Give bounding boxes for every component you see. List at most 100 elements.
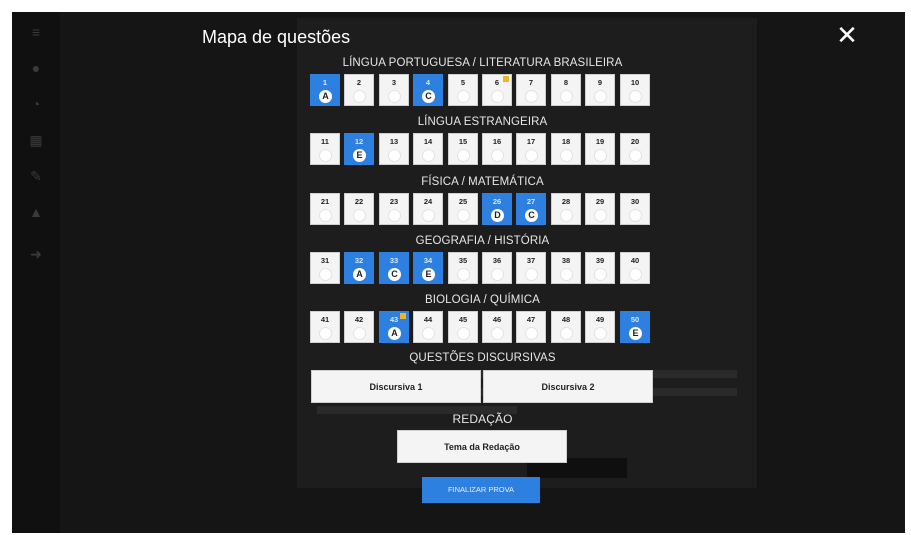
question-number: 31 xyxy=(320,256,330,265)
answer-empty-circle xyxy=(560,149,573,162)
menu-icon[interactable]: ≡ xyxy=(28,24,44,40)
question-49-button[interactable]: 49 xyxy=(585,311,615,343)
question-36-button[interactable]: 36 xyxy=(482,252,512,284)
question-number: 13 xyxy=(389,137,399,146)
question-38-button[interactable]: 38 xyxy=(551,252,581,284)
question-number: 21 xyxy=(320,197,330,206)
question-2-button[interactable]: 2 xyxy=(344,74,374,106)
question-row: 31 32 A 33 C 34 E 35 36 37 38 39 40 xyxy=(310,252,655,284)
question-number: 1 xyxy=(322,78,328,87)
finish-exam-button[interactable]: FINALIZAR PROVA xyxy=(422,477,540,503)
question-27-button[interactable]: 27 C xyxy=(516,193,546,225)
question-1-button[interactable]: 1A xyxy=(310,74,340,106)
question-number: 47 xyxy=(526,315,536,324)
question-22-button[interactable]: 22 xyxy=(344,193,374,225)
question-number: 8 xyxy=(563,78,569,87)
lock-icon[interactable]: ▲ xyxy=(28,204,44,220)
question-29-button[interactable]: 29 xyxy=(585,193,615,225)
question-4-button[interactable]: 4C xyxy=(413,74,443,106)
discursive-2-button[interactable]: Discursiva 2 xyxy=(483,370,653,403)
question-number: 50 xyxy=(630,315,640,324)
question-50-button[interactable]: 50 E xyxy=(620,311,650,343)
section-title: FÍSICA / MATEMÁTICA xyxy=(421,176,544,188)
question-42-button[interactable]: 42 xyxy=(344,311,374,343)
essay-section-title: REDAÇÃO xyxy=(452,412,513,426)
sidebar: ≡ ● ◔ ▦ ✎ ▲ ➜ xyxy=(12,12,60,533)
answer-badge: A xyxy=(353,268,366,281)
question-46-button[interactable]: 46 xyxy=(482,311,512,343)
question-34-button[interactable]: 34 E xyxy=(413,252,443,284)
flag-icon xyxy=(400,313,406,319)
question-17-button[interactable]: 17 xyxy=(516,133,546,165)
question-number: 35 xyxy=(458,256,468,265)
clock-icon[interactable]: ◔ xyxy=(28,96,44,112)
discursive-section-title: QUESTÕES DISCURSIVAS xyxy=(409,352,556,364)
discursive-1-button[interactable]: Discursiva 1 xyxy=(311,370,481,403)
question-21-button[interactable]: 21 xyxy=(310,193,340,225)
question-44-button[interactable]: 44 xyxy=(413,311,443,343)
question-6-button[interactable]: 6 xyxy=(482,74,512,106)
question-11-button[interactable]: 11 xyxy=(310,133,340,165)
question-number: 14 xyxy=(423,137,433,146)
question-47-button[interactable]: 47 xyxy=(516,311,546,343)
logout-icon[interactable]: ➜ xyxy=(28,246,44,262)
section-title: GEOGRAFIA / HISTÓRIA xyxy=(415,235,550,247)
question-9-button[interactable]: 9 xyxy=(585,74,615,106)
question-28-button[interactable]: 28 xyxy=(551,193,581,225)
user-icon[interactable]: ● xyxy=(28,60,44,76)
question-48-button[interactable]: 48 xyxy=(551,311,581,343)
essay-theme-button[interactable]: Tema da Redação xyxy=(397,430,567,463)
question-number: 30 xyxy=(630,197,640,206)
question-10-button[interactable]: 10 xyxy=(620,74,650,106)
question-39-button[interactable]: 39 xyxy=(585,252,615,284)
question-31-button[interactable]: 31 xyxy=(310,252,340,284)
question-30-button[interactable]: 30 xyxy=(620,193,650,225)
question-number: 29 xyxy=(595,197,605,206)
answer-empty-circle xyxy=(629,90,642,103)
question-15-button[interactable]: 15 xyxy=(448,133,478,165)
answer-empty-circle xyxy=(560,209,573,222)
question-12-button[interactable]: 12 E xyxy=(344,133,374,165)
question-13-button[interactable]: 13 xyxy=(379,133,409,165)
question-14-button[interactable]: 14 xyxy=(413,133,443,165)
question-number: 9 xyxy=(597,78,603,87)
question-number: 2 xyxy=(356,78,362,87)
question-45-button[interactable]: 45 xyxy=(448,311,478,343)
question-19-button[interactable]: 19 xyxy=(585,133,615,165)
question-20-button[interactable]: 20 xyxy=(620,133,650,165)
question-7-button[interactable]: 7 xyxy=(516,74,546,106)
question-18-button[interactable]: 18 xyxy=(551,133,581,165)
question-33-button[interactable]: 33 C xyxy=(379,252,409,284)
question-row: 21 22 23 24 25 26 D 27 C 28 29 30 xyxy=(310,193,655,225)
question-26-button[interactable]: 26 D xyxy=(482,193,512,225)
question-25-button[interactable]: 25 xyxy=(448,193,478,225)
question-number: 28 xyxy=(561,197,571,206)
question-40-button[interactable]: 40 xyxy=(620,252,650,284)
answer-empty-circle xyxy=(594,149,607,162)
question-32-button[interactable]: 32 A xyxy=(344,252,374,284)
question-number: 38 xyxy=(561,256,571,265)
answer-empty-circle xyxy=(319,149,332,162)
question-number: 33 xyxy=(389,256,399,265)
question-8-button[interactable]: 8 xyxy=(551,74,581,106)
question-41-button[interactable]: 41 xyxy=(310,311,340,343)
question-number: 45 xyxy=(458,315,468,324)
question-43-button[interactable]: 43 A xyxy=(379,311,409,343)
question-row: 41 42 43 A 44 45 46 47 48 49 50 E xyxy=(310,311,655,343)
question-37-button[interactable]: 37 xyxy=(516,252,546,284)
question-row: 11 12 E 13 14 15 16 17 18 19 20 xyxy=(310,133,655,165)
question-35-button[interactable]: 35 xyxy=(448,252,478,284)
question-5-button[interactable]: 5 xyxy=(448,74,478,106)
question-3-button[interactable]: 3 xyxy=(379,74,409,106)
answer-empty-circle xyxy=(457,90,470,103)
question-number: 17 xyxy=(526,137,536,146)
answer-empty-circle xyxy=(388,90,401,103)
pencil-icon[interactable]: ✎ xyxy=(28,168,44,184)
question-24-button[interactable]: 24 xyxy=(413,193,443,225)
question-number: 22 xyxy=(354,197,364,206)
grid-icon[interactable]: ▦ xyxy=(28,132,44,148)
question-23-button[interactable]: 23 xyxy=(379,193,409,225)
question-16-button[interactable]: 16 xyxy=(482,133,512,165)
close-icon[interactable]: ✕ xyxy=(834,22,860,48)
answer-empty-circle xyxy=(353,209,366,222)
